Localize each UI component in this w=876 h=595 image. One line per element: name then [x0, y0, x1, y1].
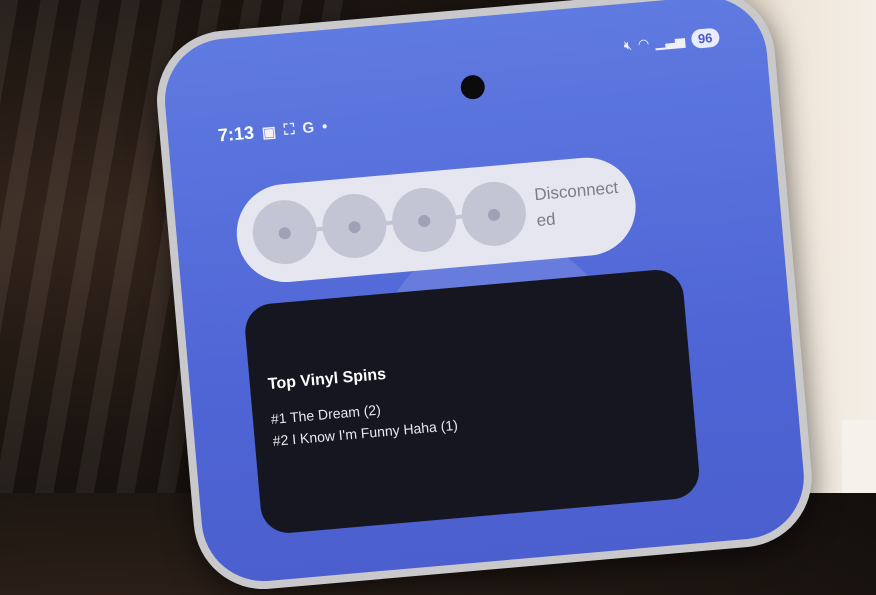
- dot-icon: •: [321, 118, 329, 136]
- connection-status: Disconnected: [533, 177, 619, 231]
- front-camera: [459, 74, 486, 101]
- screenshot-icon: ⛶: [283, 120, 296, 139]
- wifi-icon: ◠: [637, 35, 650, 52]
- vinyl-widget-title: Top Vinyl Spins: [267, 365, 387, 394]
- person-icon[interactable]: ●: [250, 197, 320, 267]
- background-corner: [842, 420, 876, 493]
- google-icon: G: [301, 119, 315, 138]
- status-bar-left: 7:13 ▣ ⛶ G •: [217, 116, 328, 146]
- avatar-row: ● ● ● ●: [250, 179, 529, 267]
- phone-screen: 7:13 ▣ ⛶ G • 🔇︎ ◠ ▁▃▅ 96 ● ● ● ● Disconn…: [159, 0, 809, 587]
- vinyl-widget[interactable]: Top Vinyl Spins #1 The Dream (2) #2 I Kn…: [242, 267, 702, 536]
- vinyl-list: #1 The Dream (2) #2 I Know I'm Funny Hah…: [270, 392, 459, 452]
- signal-icon: ▁▃▅: [654, 32, 686, 50]
- person-icon[interactable]: ●: [459, 179, 529, 249]
- person-icon[interactable]: ●: [319, 191, 390, 261]
- person-icon[interactable]: ●: [389, 185, 459, 255]
- phone: 7:13 ▣ ⛶ G • 🔇︎ ◠ ▁▃▅ 96 ● ● ● ● Disconn…: [151, 0, 818, 595]
- mute-icon: 🔇︎: [622, 36, 633, 53]
- gallery-icon: ▣: [261, 123, 277, 142]
- status-time: 7:13: [217, 122, 255, 146]
- status-bar-right: 🔇︎ ◠ ▁▃▅ 96: [622, 27, 721, 55]
- battery-badge: 96: [690, 27, 721, 49]
